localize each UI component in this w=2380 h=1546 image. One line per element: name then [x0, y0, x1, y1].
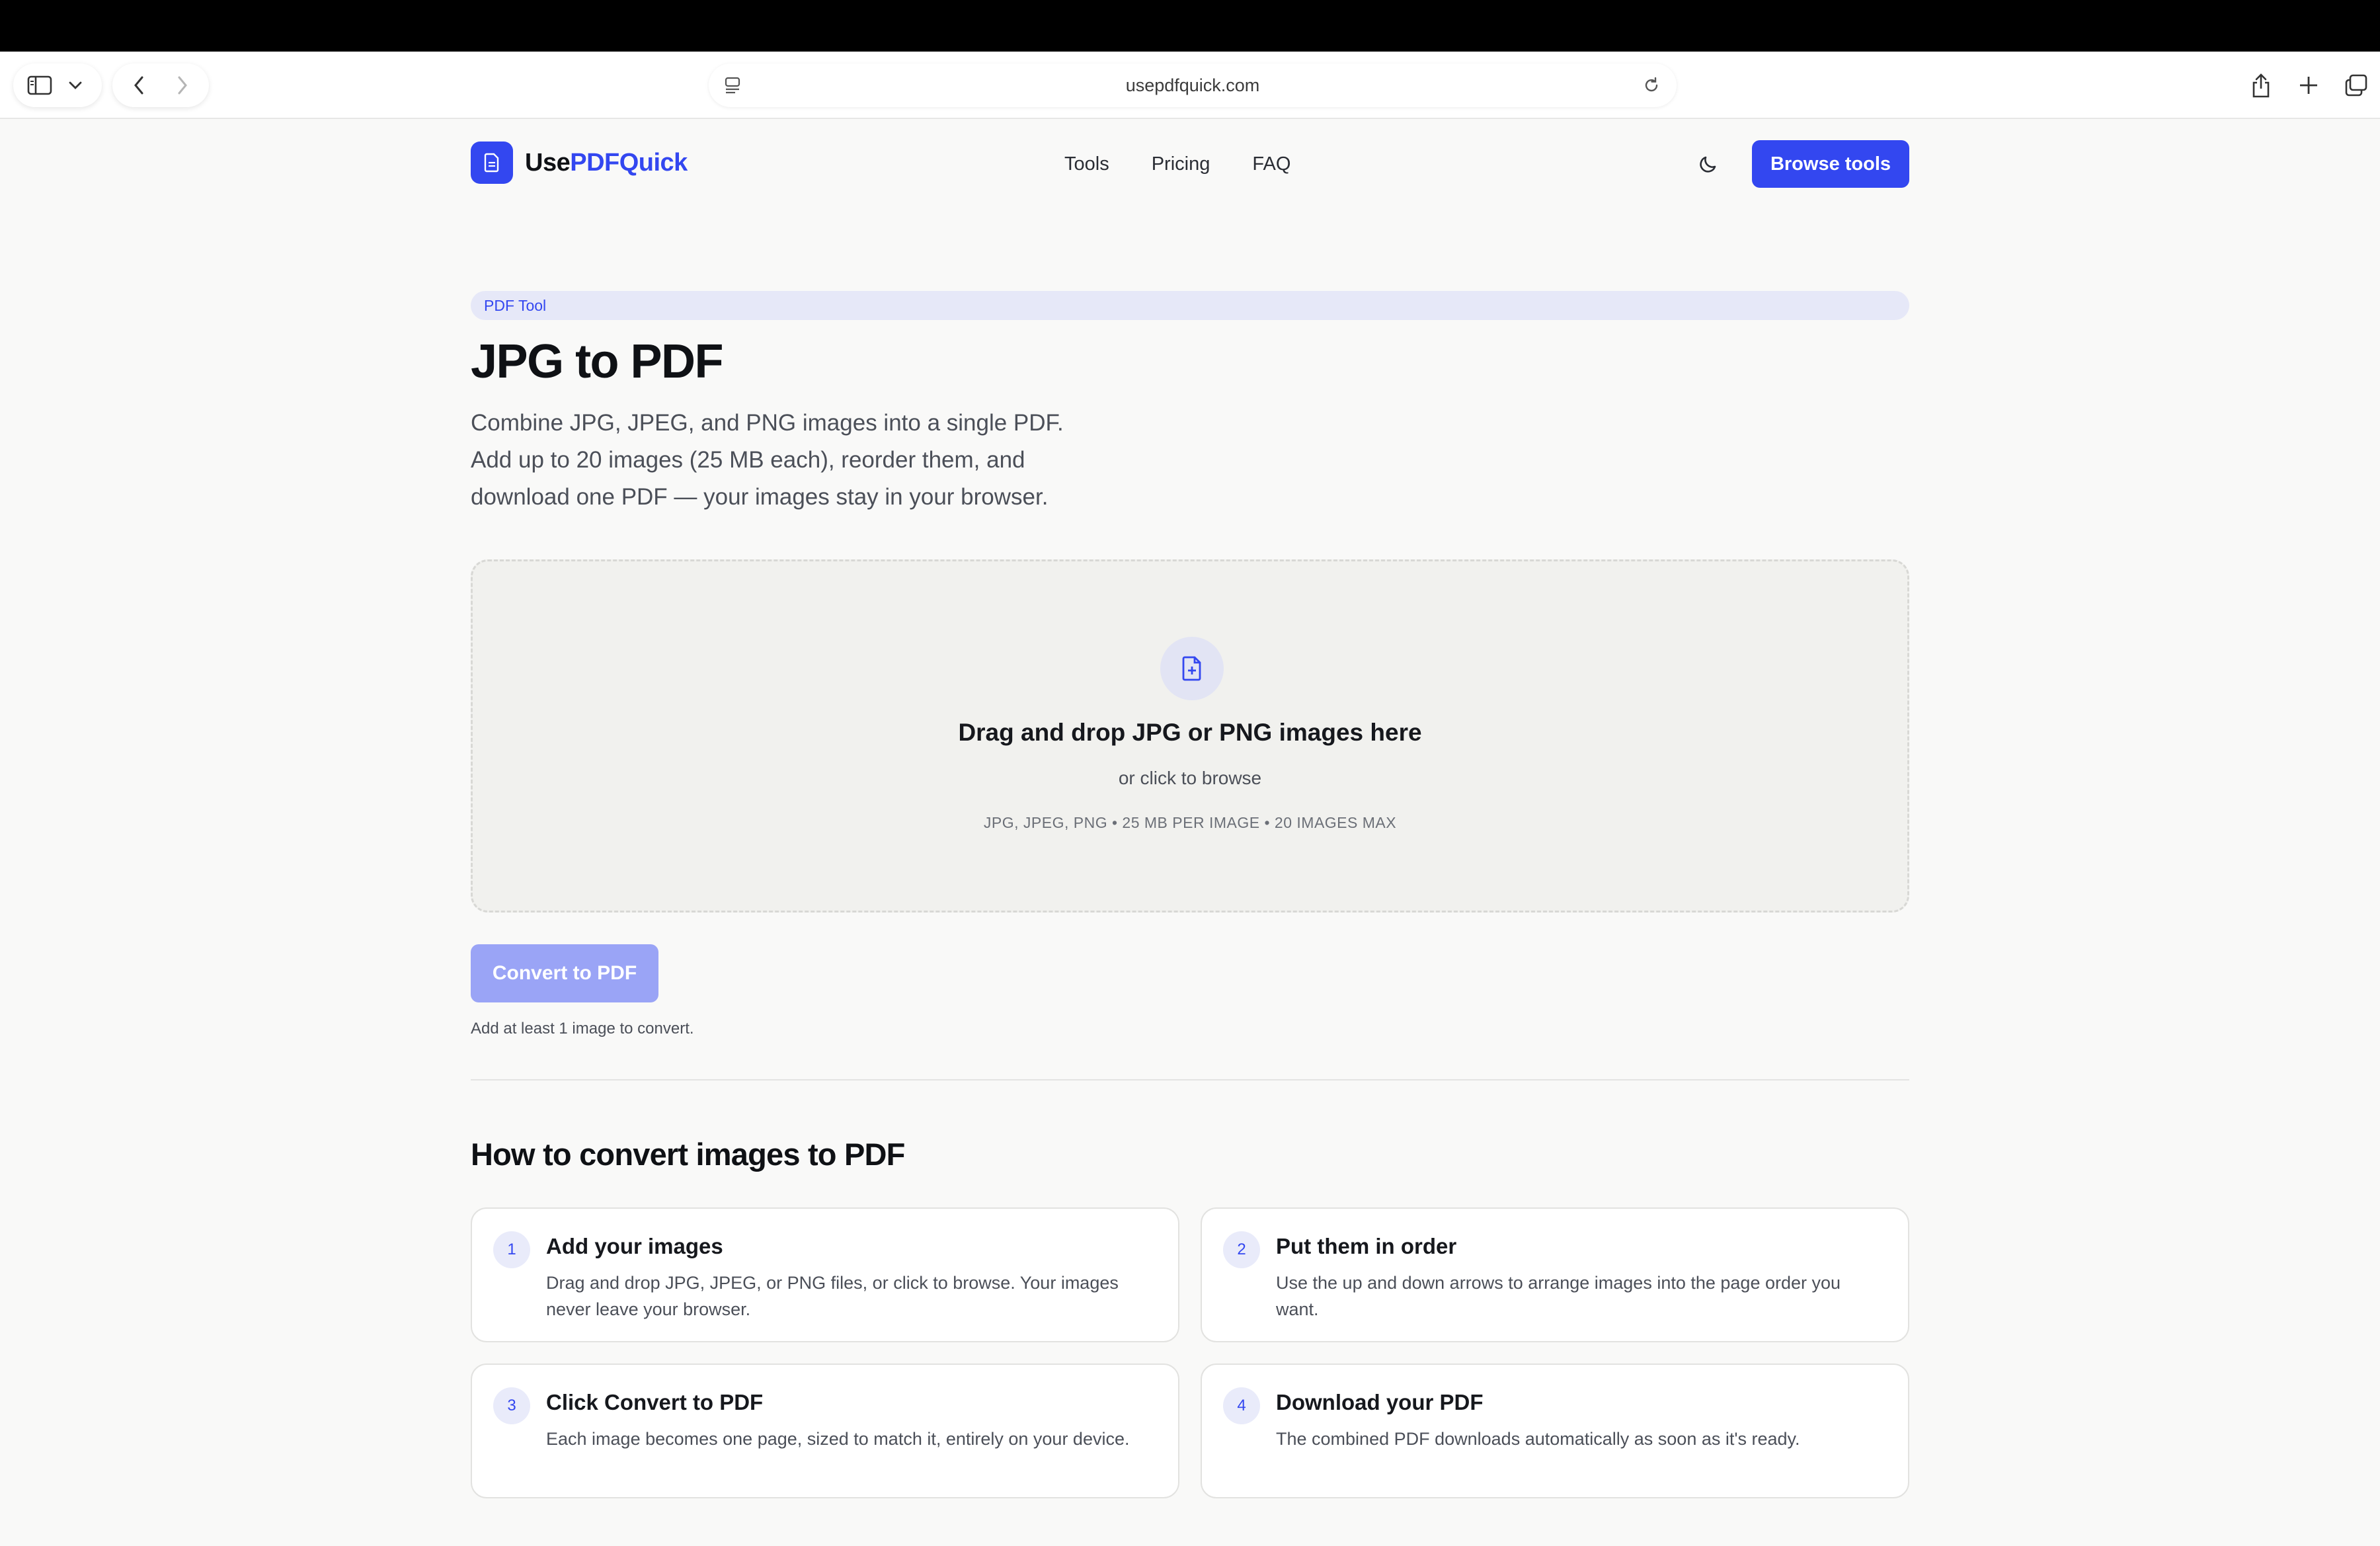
site-logo[interactable]: UsePDFQuick [471, 142, 688, 184]
logo-wordmark: UsePDFQuick [525, 149, 688, 177]
step-number: 3 [493, 1387, 530, 1424]
tool-badge: PDF Tool [471, 291, 1909, 320]
nav-tools[interactable]: Tools [1064, 153, 1109, 175]
step-text: Use the up and down arrows to arrange im… [1276, 1273, 1841, 1319]
sidebar-icon[interactable] [25, 71, 54, 100]
step-title: Add your images [546, 1234, 723, 1258]
document-icon [471, 142, 513, 184]
convert-to-pdf-button[interactable]: Convert to PDF [471, 944, 658, 1002]
page: UsePDFQuick Tools Pricing FAQ Browse too… [0, 119, 2380, 1546]
section-divider [471, 1079, 1909, 1080]
browser-toolbar: usepdfquick.com [0, 52, 2380, 119]
dropzone-limits: JPG, JPEG, PNG • 25 MB PER IMAGE • 20 IM… [983, 814, 1397, 831]
step-number: 2 [1223, 1231, 1260, 1268]
step-title: Put them in order [1276, 1234, 1457, 1258]
dropzone-subtitle: or click to browse [1118, 768, 1262, 788]
step-text: Drag and drop JPG, JPEG, or PNG files, o… [546, 1273, 1119, 1319]
step-number: 1 [493, 1231, 530, 1268]
howto-title: How to convert images to PDF [471, 1137, 905, 1172]
reload-icon[interactable] [1637, 71, 1666, 100]
step-text: Each image becomes one page, sized to ma… [546, 1429, 1130, 1449]
main-nav: Tools Pricing FAQ [1064, 153, 1290, 175]
back-icon[interactable] [124, 71, 153, 100]
step-text: The combined PDF downloads automatically… [1276, 1429, 1800, 1449]
step-title: Click Convert to PDF [546, 1390, 764, 1414]
forward-icon[interactable] [168, 71, 197, 100]
sidebar-toggle-group[interactable] [13, 63, 102, 107]
file-plus-icon [1160, 637, 1224, 700]
step-card: 4 Download your PDF The combined PDF dow… [1201, 1363, 1909, 1498]
step-title: Download your PDF [1276, 1390, 1484, 1414]
image-dropzone[interactable]: Drag and drop JPG or PNG images here or … [471, 559, 1909, 913]
step-number: 4 [1223, 1387, 1260, 1424]
new-tab-icon[interactable] [2294, 71, 2323, 100]
page-title: JPG to PDF [471, 335, 724, 388]
nav-pricing[interactable]: Pricing [1152, 153, 1210, 175]
step-card: 1 Add your images Drag and drop JPG, JPE… [471, 1207, 1179, 1342]
moon-icon[interactable] [1694, 149, 1723, 179]
step-card: 3 Click Convert to PDF Each image become… [471, 1363, 1179, 1498]
convert-hint: Add at least 1 image to convert. [471, 1020, 694, 1037]
url-text: usepdfquick.com [1125, 75, 1260, 95]
share-icon[interactable] [2246, 71, 2276, 100]
logo-prefix: Use [525, 148, 571, 177]
address-bar[interactable]: usepdfquick.com [709, 63, 1677, 107]
dropzone-title: Drag and drop JPG or PNG images here [958, 719, 1422, 746]
tab-overview-icon[interactable] [2342, 71, 2371, 100]
chevron-down-icon[interactable] [61, 71, 90, 100]
history-nav-group [112, 63, 209, 107]
site-header: UsePDFQuick Tools Pricing FAQ Browse too… [471, 140, 1909, 188]
browse-tools-button[interactable]: Browse tools [1752, 140, 1909, 188]
nav-faq[interactable]: FAQ [1252, 153, 1290, 175]
os-menu-bar [0, 0, 2380, 52]
logo-suffix: PDFQuick [570, 148, 688, 177]
page-description: Combine JPG, JPEG, and PNG images into a… [471, 410, 1064, 510]
step-card: 2 Put them in order Use the up and down … [1201, 1207, 1909, 1342]
